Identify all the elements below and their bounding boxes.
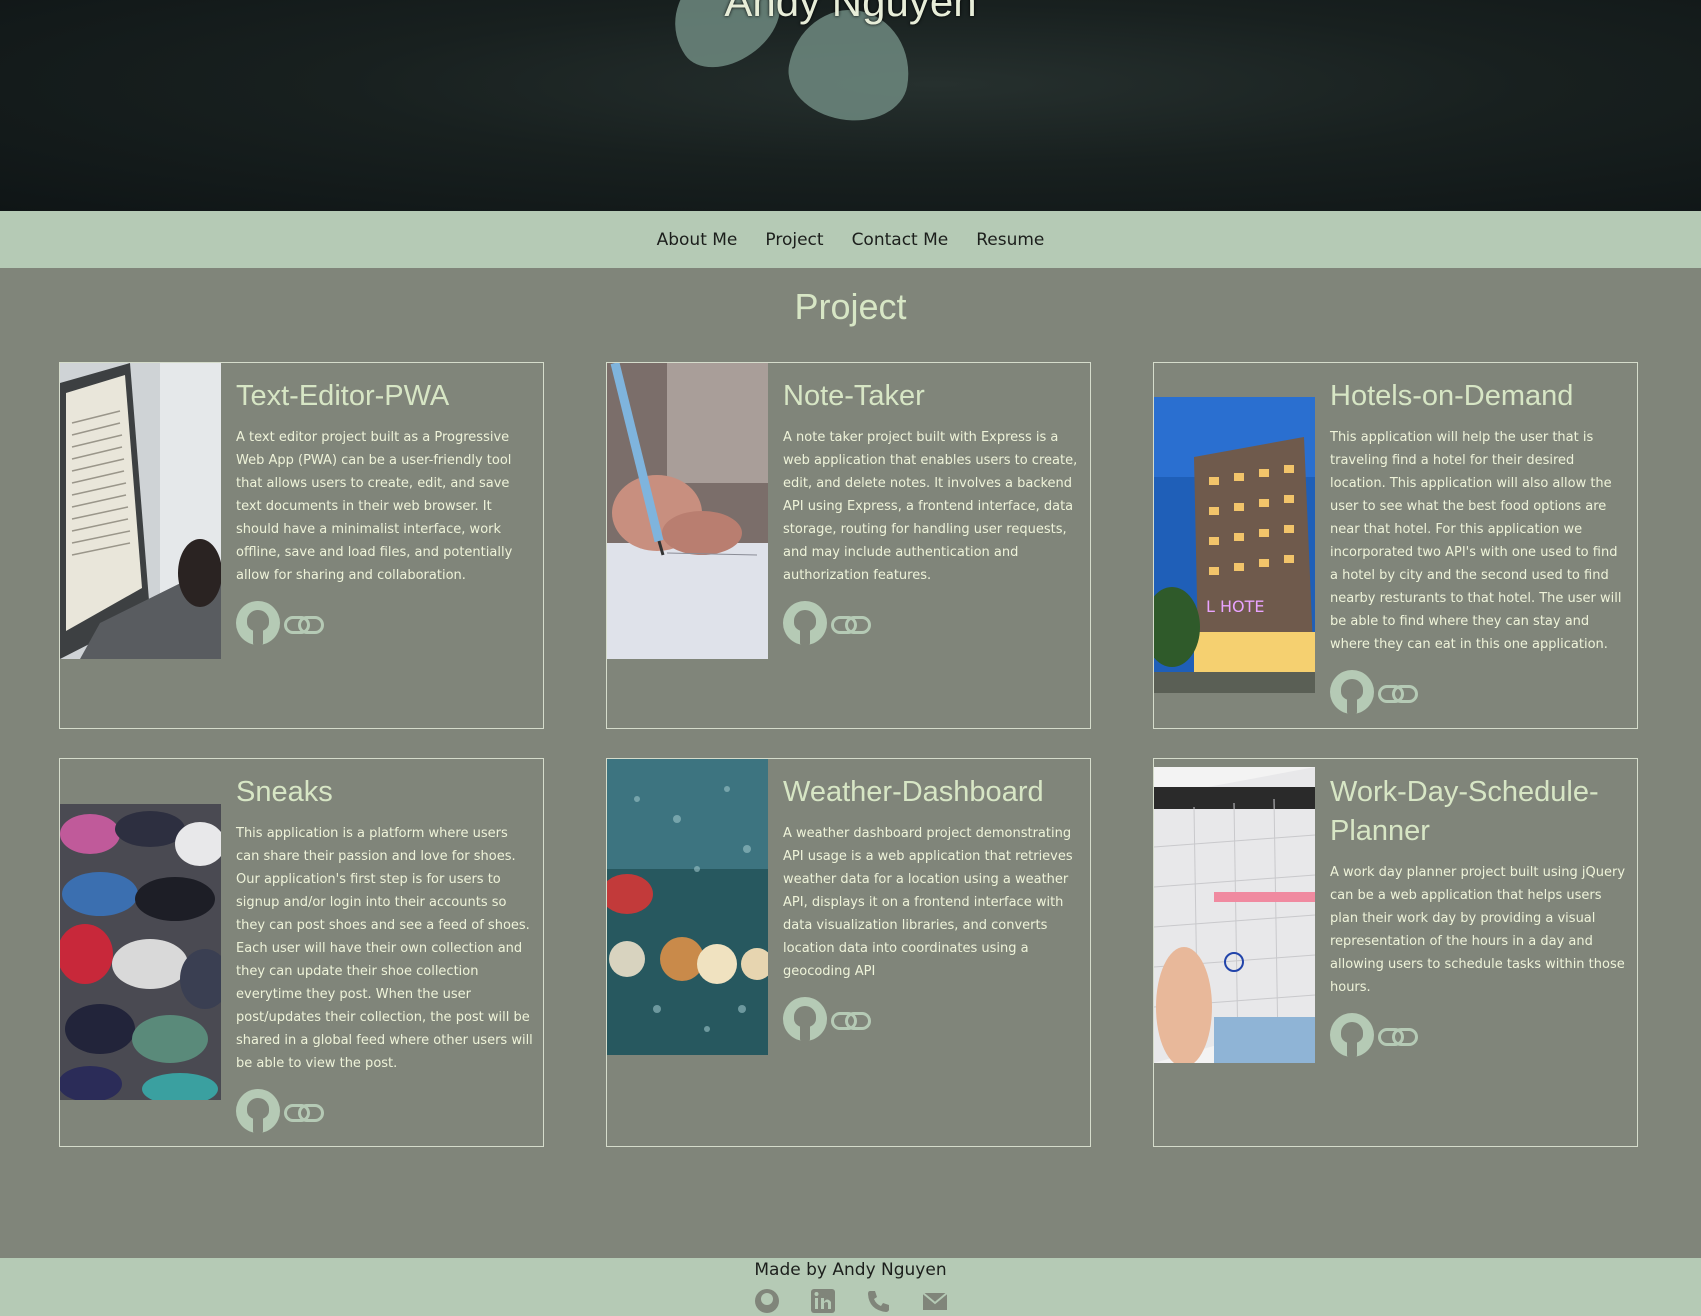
project-title: Hotels-on-Demand (1330, 380, 1574, 412)
phone-icon[interactable] (866, 1288, 892, 1314)
hotel-sign-text: L HOTE (1206, 597, 1265, 616)
laptop-reading-image (60, 363, 221, 659)
link-icon[interactable] (829, 612, 871, 634)
project-links (236, 601, 533, 645)
link-icon[interactable] (282, 1100, 324, 1122)
nav-about-me[interactable]: About Me (657, 230, 738, 250)
project-title: Note-Taker (783, 380, 925, 412)
card-body: Sneaks This application is a platform wh… (236, 773, 533, 1133)
project-card: L HOTE Hotels-on-Demand This application… (1153, 362, 1638, 729)
project-title: Sneaks (236, 776, 333, 808)
project-description: A text editor project built as a Progres… (236, 430, 513, 583)
hand-writing-image (607, 363, 768, 659)
project-links (783, 997, 1080, 1041)
rainy-window-image (607, 759, 768, 1055)
project-card: Note-Taker A note taker project built wi… (606, 362, 1091, 729)
github-icon[interactable] (783, 601, 827, 645)
link-icon[interactable] (1376, 681, 1418, 703)
card-body: Weather-Dashboard A weather dashboard pr… (783, 773, 1080, 1041)
project-links (236, 1089, 533, 1133)
nav-resume[interactable]: Resume (976, 230, 1044, 250)
card-body: Hotels-on-Demand This application will h… (1330, 377, 1627, 714)
footer-icons (0, 1288, 1701, 1314)
project-title: Weather-Dashboard (783, 776, 1044, 808)
linkedin-icon[interactable] (810, 1288, 836, 1314)
link-icon[interactable] (282, 612, 324, 634)
project-description: This application will help the user that… (1330, 430, 1622, 652)
project-links (783, 601, 1080, 645)
sneakers-pile-image (60, 804, 221, 1100)
github-icon[interactable] (236, 601, 280, 645)
link-icon[interactable] (829, 1008, 871, 1030)
main-nav: About Me Project Contact Me Resume (0, 211, 1701, 268)
project-card: Text-Editor-PWA A text editor project bu… (59, 362, 544, 729)
project-title: Text-Editor-PWA (236, 380, 450, 412)
github-icon[interactable] (236, 1089, 280, 1133)
project-title: Work-Day-Schedule-Planner (1330, 776, 1599, 847)
section-title: Project (794, 286, 907, 327)
hotel-building-image: L HOTE (1154, 397, 1315, 693)
project-description: This application is a platform where use… (236, 826, 533, 1071)
link-icon[interactable] (1376, 1024, 1418, 1046)
github-icon[interactable] (783, 997, 827, 1041)
hero-banner: Andy Nguyen (0, 0, 1701, 211)
footer-credit: Made by Andy Nguyen (754, 1260, 947, 1280)
project-description: A weather dashboard project demonstratin… (783, 826, 1073, 979)
email-icon[interactable] (921, 1288, 948, 1314)
project-links (1330, 1013, 1627, 1057)
hero-name: Andy Nguyen (724, 0, 977, 25)
project-card: Sneaks This application is a platform wh… (59, 758, 544, 1147)
nav-project[interactable]: Project (765, 230, 823, 250)
project-card: Weather-Dashboard A weather dashboard pr… (606, 758, 1091, 1147)
footer: Made by Andy Nguyen (0, 1258, 1701, 1316)
card-body: Work-Day-Schedule-Planner A work day pla… (1330, 773, 1627, 1057)
github-icon[interactable] (1330, 1013, 1374, 1057)
calendar-tablet-image (1154, 767, 1315, 1063)
github-icon[interactable] (754, 1288, 780, 1314)
project-description: A work day planner project built using j… (1330, 865, 1626, 995)
project-card: Work-Day-Schedule-Planner A work day pla… (1153, 758, 1638, 1147)
github-icon[interactable] (1330, 670, 1374, 714)
project-description: A note taker project built with Express … (783, 430, 1078, 583)
card-body: Text-Editor-PWA A text editor project bu… (236, 377, 533, 645)
nav-contact-me[interactable]: Contact Me (852, 230, 949, 250)
project-links (1330, 670, 1627, 714)
card-body: Note-Taker A note taker project built wi… (783, 377, 1080, 645)
